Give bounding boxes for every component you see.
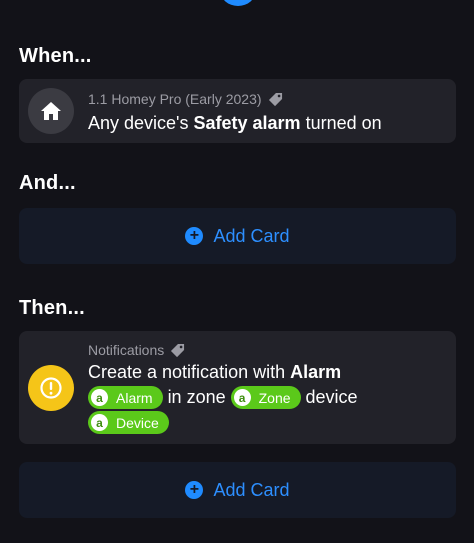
device-token[interactable]: a Device bbox=[88, 411, 169, 434]
add-card-label: Add Card bbox=[213, 479, 290, 500]
action-text-prefix: Create a notification with bbox=[88, 362, 286, 382]
tag-icon bbox=[170, 343, 185, 358]
then-add-card-button[interactable]: + Add Card bbox=[19, 462, 456, 518]
and-heading: And... bbox=[19, 172, 76, 194]
then-heading: Then... bbox=[19, 297, 85, 319]
alarm-token[interactable]: a Alarm bbox=[88, 386, 163, 409]
trigger-text-suffix: turned on bbox=[300, 113, 382, 133]
trigger-device-line: 1.1 Homey Pro (Early 2023) bbox=[88, 91, 283, 107]
trigger-text-bold: Safety alarm bbox=[193, 113, 301, 133]
token-a-icon: a bbox=[91, 414, 108, 431]
device-text: device bbox=[305, 387, 358, 407]
plus-circle-icon: + bbox=[185, 227, 204, 245]
action-line-3: a Device bbox=[88, 411, 169, 434]
and-add-card-button[interactable]: + Add Card bbox=[19, 208, 456, 264]
token-a-icon: a bbox=[91, 389, 108, 406]
trigger-device-name: 1.1 Homey Pro (Early 2023) bbox=[88, 91, 262, 107]
action-line-2: a Alarm in zone a Zone device bbox=[88, 386, 358, 409]
alarm-token-label: Alarm bbox=[116, 389, 153, 406]
tag-icon bbox=[268, 92, 283, 107]
exclamation-icon bbox=[40, 377, 62, 399]
notification-icon-circle bbox=[28, 365, 74, 411]
top-indicator bbox=[220, 0, 256, 6]
then-action-card[interactable]: Notifications Create a notification with… bbox=[19, 331, 456, 444]
trigger-description: Any device's Safety alarm turned on bbox=[88, 113, 382, 134]
token-a-icon: a bbox=[233, 389, 251, 406]
in-zone-text: in zone bbox=[167, 387, 226, 407]
home-icon-circle bbox=[28, 88, 74, 134]
action-line-1: Create a notification with Alarm bbox=[88, 362, 341, 383]
home-icon bbox=[41, 102, 61, 120]
action-category: Notifications bbox=[88, 342, 165, 358]
action-category-line: Notifications bbox=[88, 342, 185, 358]
zone-token-label: Zone bbox=[258, 389, 291, 406]
when-heading: When... bbox=[19, 45, 92, 67]
zone-token[interactable]: a Zone bbox=[230, 386, 301, 409]
plus-circle-icon: + bbox=[185, 481, 204, 499]
trigger-text-prefix: Any device's bbox=[88, 113, 194, 133]
when-trigger-card[interactable]: 1.1 Homey Pro (Early 2023) Any device's … bbox=[19, 79, 456, 143]
action-text-bold: Alarm bbox=[290, 362, 342, 382]
add-card-label: Add Card bbox=[213, 225, 290, 246]
device-token-label: Device bbox=[116, 414, 159, 431]
